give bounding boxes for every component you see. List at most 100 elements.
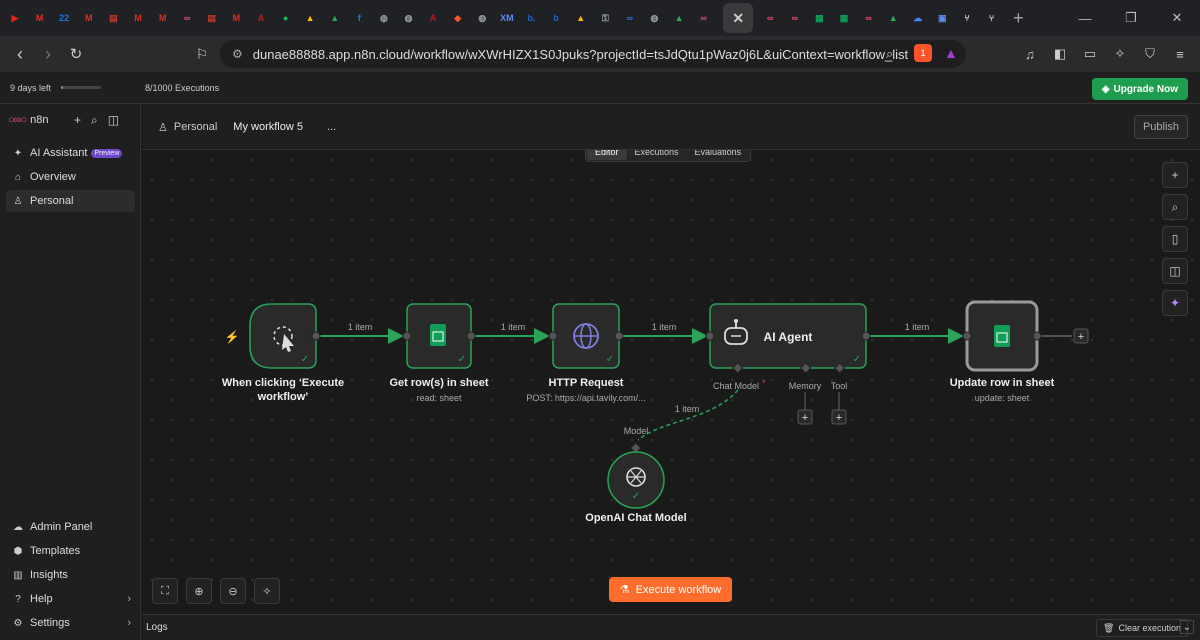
restore-icon[interactable]: ❐ — [1108, 0, 1154, 36]
b-icon[interactable]: b. — [520, 7, 542, 29]
sidebar-item-admin-panel[interactable]: ☁ Admin Panel — [6, 516, 135, 538]
wallet-icon[interactable]: ▭ — [1078, 46, 1102, 62]
gmail-icon[interactable]: M — [78, 7, 100, 29]
breadcrumb-project[interactable]: Personal — [174, 121, 217, 134]
search-nodes-button[interactable]: ⌕ — [1162, 194, 1188, 220]
spotify-icon[interactable]: ● — [275, 7, 297, 29]
gmail-icon[interactable]: M — [225, 7, 247, 29]
brave-rewards-icon[interactable]: ▲ — [944, 45, 958, 61]
n8n-logo[interactable]: ○∞○ n8n — [8, 114, 49, 126]
bookmark-icon[interactable]: ⚐ — [188, 46, 216, 63]
close-window-icon[interactable]: ✕ — [1154, 0, 1200, 36]
globe-icon[interactable]: ◍ — [373, 7, 395, 29]
node-get-rows[interactable]: ✓ Get row(s) in sheet read: sheet — [389, 303, 489, 403]
a-icon[interactable]: A — [422, 7, 444, 29]
zoom-out-button[interactable]: ⊖ — [220, 578, 246, 604]
xm-icon[interactable]: XM — [496, 7, 518, 29]
sidebar-item-personal[interactable]: ♙ Personal — [6, 190, 135, 212]
zoom-icon[interactable]: ⌕ — [886, 46, 893, 62]
n8n-icon[interactable]: ⑂ — [981, 7, 1003, 29]
close-tab-icon[interactable]: ✕ — [723, 3, 754, 33]
cloud-icon[interactable]: ☁ — [907, 7, 929, 29]
sidebar-item-ai-assistant[interactable]: ✦ AI Assistant Preview — [6, 142, 135, 164]
sticky-note-button[interactable]: ▯ — [1162, 226, 1188, 252]
a-icon[interactable]: A — [250, 7, 272, 29]
upgrade-button[interactable]: ◈ Upgrade Now — [1091, 78, 1188, 100]
sidebar-item-templates[interactable]: ⬢ Templates — [6, 540, 135, 562]
add-node-button[interactable]: + — [1162, 162, 1188, 188]
pdf-icon[interactable]: ▤ — [102, 7, 124, 29]
url-bar[interactable]: ⚙ dunae88888.app.n8n.cloud/workflow/wXWr… — [220, 40, 966, 68]
new-tab-icon[interactable]: + — [1013, 8, 1024, 29]
n8n-icon[interactable]: ∞ — [784, 7, 806, 29]
tidy-up-button[interactable]: ✧ — [254, 578, 280, 604]
brave-shields-icon[interactable]: 1 — [914, 44, 932, 62]
add-memory-button[interactable]: + — [797, 409, 813, 425]
node-ai-agent[interactable]: AI Agent ✓ Chat Model * Memory Tool + + — [705, 303, 871, 425]
workflow-canvas[interactable]: Editor Executions Evaluations 1 item 1 i… — [142, 150, 1200, 614]
n8n-icon[interactable]: ⑂ — [956, 7, 978, 29]
leo-ai-icon[interactable]: ✧ — [1108, 46, 1132, 62]
add-icon[interactable]: + — [74, 113, 81, 128]
site-info-icon[interactable]: ⚙ — [232, 47, 243, 61]
add-next-node-button[interactable]: + — [1073, 328, 1089, 344]
more-options-icon[interactable]: ... — [327, 121, 336, 134]
node-manual-trigger[interactable]: ⚡ ✓ When clicking ‘Execute workflow’ — [222, 303, 344, 403]
n8n-icon[interactable]: ∞ — [176, 7, 198, 29]
sidebar-toggle-icon[interactable]: ◧ — [1048, 46, 1072, 62]
fit-view-button[interactable]: ⛶ — [152, 578, 178, 604]
globe-icon[interactable]: ◍ — [471, 7, 493, 29]
minimize-icon[interactable]: — — [1062, 0, 1108, 36]
publish-button[interactable]: Publish — [1134, 115, 1188, 139]
calendar-icon[interactable]: 22 — [53, 7, 75, 29]
add-tool-button[interactable]: + — [831, 409, 847, 425]
workflow-title[interactable]: My workflow 5 — [233, 121, 303, 134]
media-icon[interactable]: ♫ — [1018, 47, 1042, 62]
back-icon[interactable]: ‹ — [6, 44, 34, 65]
zoom-in-button[interactable]: ⊕ — [186, 578, 212, 604]
collapse-sidebar-icon[interactable]: ◫ — [108, 113, 119, 128]
globe-icon[interactable]: ◍ — [643, 7, 665, 29]
gmail-icon[interactable]: M — [152, 7, 174, 29]
sidebar-item-overview[interactable]: ⌂ Overview — [6, 166, 135, 188]
node-openai-chat-model[interactable]: Model ✓ OpenAI Chat Model — [585, 426, 686, 524]
drive-icon[interactable]: ▲ — [882, 7, 904, 29]
ai-assistant-button[interactable]: ✦ — [1162, 290, 1188, 316]
forward-icon[interactable]: › — [34, 44, 62, 65]
expand-logs-icon[interactable]: ⌄ — [1180, 620, 1194, 634]
drive-icon[interactable]: ▲ — [324, 7, 346, 29]
execute-workflow-button[interactable]: ⚗ Execute workflow — [609, 577, 732, 602]
app-icon[interactable]: ▣ — [931, 7, 953, 29]
b-icon[interactable]: b — [545, 7, 567, 29]
menu-icon[interactable]: ≡ — [1168, 47, 1192, 62]
sidebar-item-help[interactable]: ? Help › — [6, 588, 135, 610]
sheets-icon[interactable]: ▦ — [833, 7, 855, 29]
key-icon[interactable]: ⚿ — [594, 7, 616, 29]
panel-toggle-button[interactable]: ◫ — [1162, 258, 1188, 284]
sheets-icon[interactable]: ▦ — [808, 7, 830, 29]
n8n-icon[interactable]: ∞ — [693, 7, 715, 29]
clear-execution-button[interactable]: 🗑 Clear execution — [1096, 619, 1188, 637]
drive-icon[interactable]: ▲ — [668, 7, 690, 29]
sidebar-item-insights[interactable]: ▥ Insights — [6, 564, 135, 586]
node-http-request[interactable]: ✓ HTTP Request POST: https://api.tavily.… — [526, 303, 646, 403]
execute-label: Execute workflow — [635, 583, 722, 596]
search-icon[interactable]: ⌕ — [91, 113, 98, 128]
n8n-icon[interactable]: ∞ — [858, 7, 880, 29]
logs-panel-bar[interactable]: Logs 🗑 Clear execution ⌄ — [142, 614, 1200, 640]
globe-icon[interactable]: ◍ — [398, 7, 420, 29]
youtube-icon[interactable]: ▶ — [4, 7, 26, 29]
gmail-icon[interactable]: M — [29, 7, 51, 29]
n8n-icon[interactable]: ∞ — [759, 7, 781, 29]
vpn-icon[interactable]: ⛉ — [1138, 46, 1162, 62]
node-update-row[interactable]: Update row in sheet update: sheet — [950, 300, 1055, 403]
drive-icon[interactable]: ▲ — [570, 7, 592, 29]
meta-icon[interactable]: ∞ — [619, 7, 641, 29]
gmail-icon[interactable]: M — [127, 7, 149, 29]
brave-icon[interactable]: ◆ — [447, 7, 469, 29]
sidebar-item-settings[interactable]: ⚙ Settings › — [6, 612, 135, 634]
facebook-icon[interactable]: f — [348, 7, 370, 29]
pdf-icon[interactable]: ▤ — [201, 7, 223, 29]
drive-icon[interactable]: ▲ — [299, 7, 321, 29]
reload-icon[interactable]: ↻ — [62, 45, 90, 63]
